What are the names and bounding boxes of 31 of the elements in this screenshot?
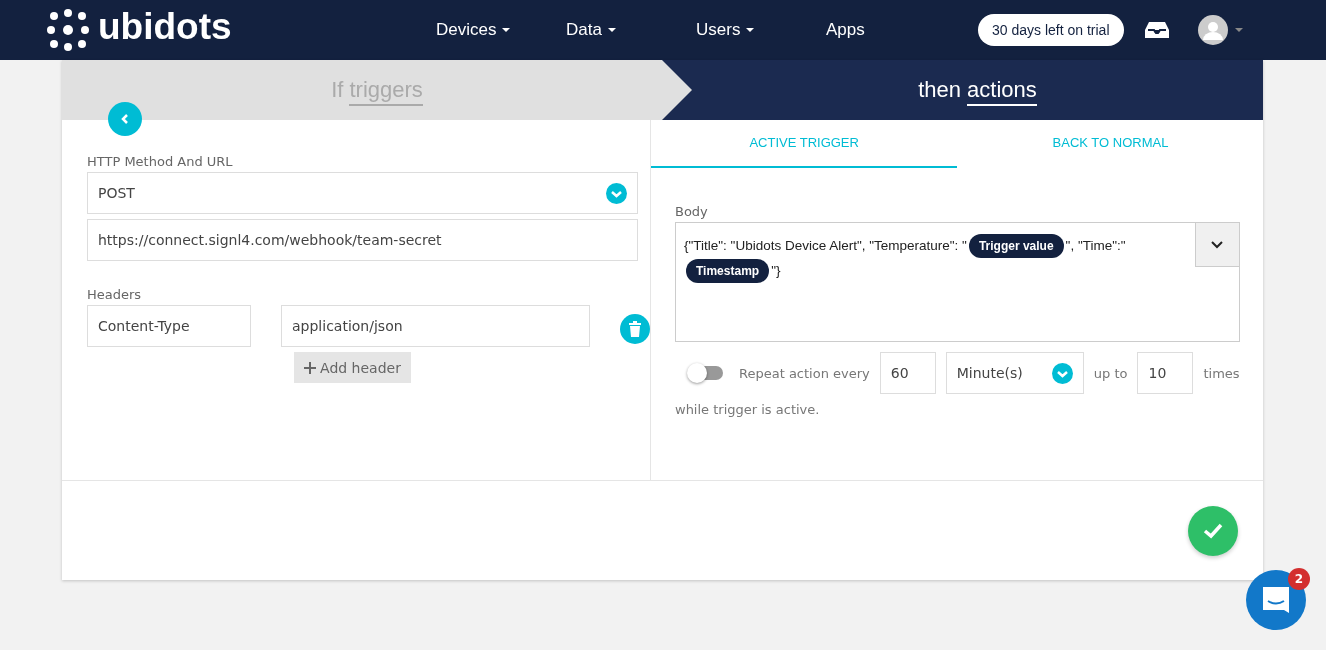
- notification-badge: 2: [1288, 568, 1310, 590]
- step-title: then actions: [918, 77, 1037, 103]
- body-text: {"Title": "Ubidots Device Alert", "Temperature": ": [684, 237, 967, 255]
- nav-menu-item[interactable]: Data: [566, 20, 696, 40]
- nav-menu-item[interactable]: Users: [696, 20, 826, 40]
- header-value-field[interactable]: application/json: [281, 305, 590, 347]
- unit-select[interactable]: Minute(s): [945, 352, 1084, 394]
- repeat-label: Repeat action every: [739, 365, 870, 381]
- body-textarea[interactable]: {"Title": "Ubidots Device Alert", "Temperature": " Trigger value ", "Time":" Timestamp "}: [675, 222, 1240, 342]
- interval-field[interactable]: 60: [879, 352, 936, 394]
- url-field[interactable]: https://connect.signl4.com/webhook/team-secret: [87, 219, 638, 261]
- trial-badge[interactable]: 30 days left on trial: [978, 14, 1124, 46]
- count-field[interactable]: 10: [1137, 352, 1194, 394]
- variable-chip[interactable]: Timestamp: [686, 259, 770, 283]
- logo-wordmark[interactable]: ubidots: [98, 6, 232, 48]
- header-key-field[interactable]: Content-Type: [87, 305, 251, 347]
- field-label: HTTP Method And URL: [87, 154, 234, 169]
- step-header[interactable]: then actions: [662, 60, 1263, 120]
- body-text: "}: [771, 262, 781, 280]
- nav-menu-item[interactable]: Devices: [436, 20, 566, 40]
- nav-menu-item[interactable]: Apps: [826, 20, 956, 40]
- body-text: ": [1120, 237, 1126, 255]
- up-to-label: up to: [1093, 365, 1128, 381]
- times-label: times: [1203, 365, 1240, 381]
- field-label: Body: [675, 204, 709, 219]
- method-select[interactable]: POST: [87, 172, 638, 214]
- body-text: ", "Time":: [1065, 237, 1121, 255]
- variable-chip[interactable]: Trigger value: [968, 234, 1064, 258]
- field-label: Headers: [87, 287, 143, 302]
- add-header-button[interactable]: Add header: [294, 352, 411, 383]
- repeat-note: while trigger is active.: [675, 402, 821, 417]
